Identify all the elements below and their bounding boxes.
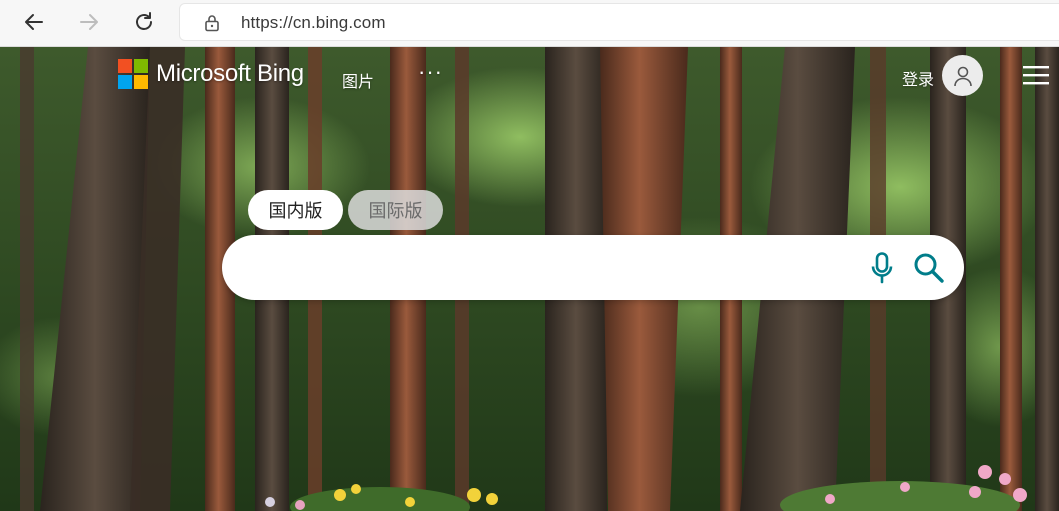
forward-button[interactable] bbox=[73, 8, 105, 36]
bing-logo[interactable]: Microsoft Bing bbox=[118, 59, 304, 89]
search-input[interactable] bbox=[250, 249, 854, 287]
logo-square-yellow bbox=[134, 75, 148, 89]
logo-square-blue bbox=[118, 75, 132, 89]
back-button[interactable] bbox=[18, 8, 50, 36]
more-options-button[interactable]: ··· bbox=[418, 59, 443, 85]
hamburger-menu-button[interactable] bbox=[1022, 64, 1050, 86]
search-icon bbox=[914, 253, 944, 283]
address-bar[interactable]: https://cn.bing.com bbox=[179, 3, 1059, 41]
bing-homepage: Microsoft Bing 图片 ··· 登录 国内版 国际版 bbox=[0, 47, 1059, 511]
user-icon bbox=[953, 66, 972, 86]
refresh-button[interactable] bbox=[128, 8, 160, 36]
signin-link[interactable]: 登录 bbox=[902, 66, 934, 90]
search-box bbox=[222, 235, 964, 300]
refresh-icon bbox=[136, 12, 152, 30]
avatar[interactable] bbox=[942, 55, 983, 96]
logo-square-red bbox=[118, 59, 132, 73]
voice-search-button[interactable] bbox=[865, 250, 899, 286]
microphone-icon bbox=[871, 252, 893, 284]
hamburger-icon bbox=[1023, 66, 1049, 85]
nav-link-images[interactable]: 图片 bbox=[342, 68, 374, 92]
tab-domestic[interactable]: 国内版 bbox=[248, 190, 343, 230]
lock-icon bbox=[205, 15, 219, 32]
url-text: https://cn.bing.com bbox=[241, 13, 386, 32]
tab-international[interactable]: 国际版 bbox=[348, 190, 443, 230]
microsoft-logo-icon bbox=[118, 59, 148, 89]
arrow-right-icon bbox=[80, 14, 98, 30]
search-button[interactable] bbox=[910, 249, 948, 287]
logo-square-green bbox=[134, 59, 148, 73]
brand-name: Microsoft Bing bbox=[156, 60, 304, 87]
arrow-left-icon bbox=[25, 14, 43, 30]
browser-toolbar: https://cn.bing.com bbox=[0, 0, 1059, 47]
